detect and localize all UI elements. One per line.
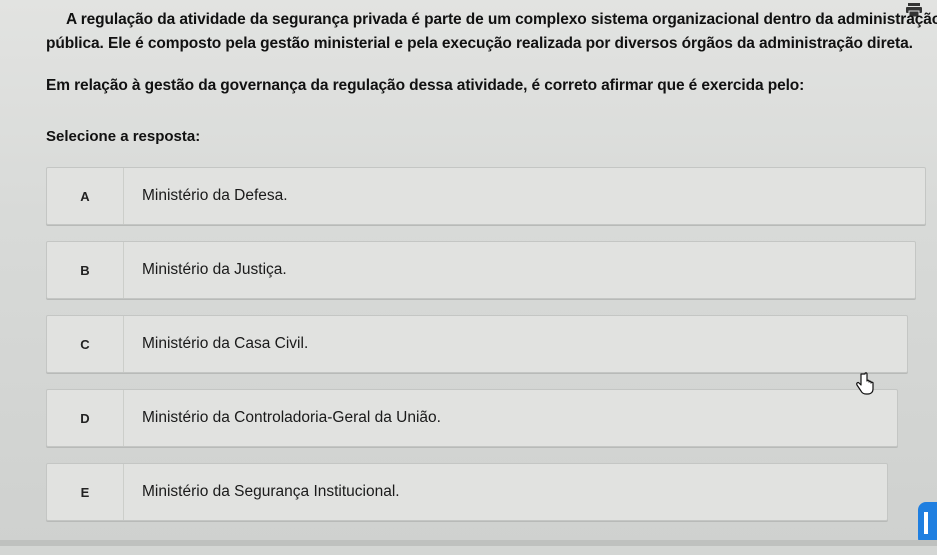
bottom-edge (0, 540, 937, 546)
option-text: Ministério da Casa Civil. (142, 335, 309, 352)
option-a[interactable]: A Ministério da Defesa. (46, 167, 926, 225)
question-page: A regulação da atividade da segurança pr… (0, 0, 937, 546)
option-letter: C (47, 316, 124, 372)
option-d[interactable]: D Ministério da Controladoria-Geral da U… (46, 389, 898, 447)
option-letter: E (47, 464, 124, 520)
select-answer-label: Selecione a resposta: (46, 128, 201, 145)
option-text: Ministério da Segurança Institucional. (142, 483, 400, 500)
question-line-1: A regulação da atividade da segurança pr… (66, 11, 937, 28)
answer-options: A Ministério da Defesa. B Ministério da … (46, 167, 926, 555)
option-text: Ministério da Defesa. (142, 187, 288, 204)
option-e[interactable]: E Ministério da Segurança Institucional. (46, 463, 888, 521)
option-b[interactable]: B Ministério da Justiça. (46, 241, 916, 299)
option-c[interactable]: C Ministério da Casa Civil. (46, 315, 908, 373)
question-text: A regulação da atividade da segurança pr… (46, 8, 937, 98)
option-letter: D (47, 390, 124, 446)
option-letter: B (47, 242, 124, 298)
hand-cursor-icon (854, 372, 874, 396)
option-letter: A (47, 168, 124, 224)
question-line-3: Em relação à gestão da governança da reg… (46, 77, 805, 94)
question-line-2: pública. Ele é composto pela gestão mini… (46, 35, 913, 52)
option-text: Ministério da Justiça. (142, 261, 287, 278)
option-text: Ministério da Controladoria-Geral da Uni… (142, 409, 441, 426)
